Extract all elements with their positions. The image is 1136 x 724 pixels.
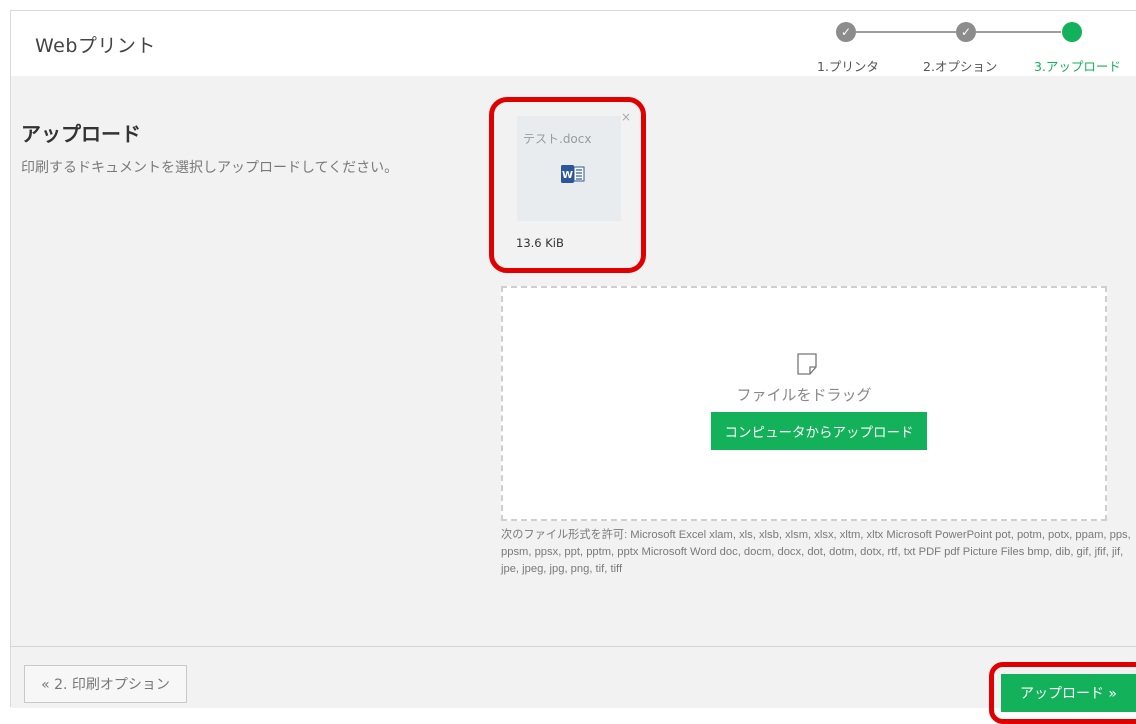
step-label-options[interactable]: 2.オプション: [923, 56, 997, 75]
page-title: アップロード: [21, 122, 141, 146]
page-description: 印刷するドキュメントを選択しアップロードしてください。: [21, 160, 399, 176]
back-to-options-button[interactable]: « 2. 印刷オプション: [24, 665, 187, 703]
upload-from-computer-button[interactable]: コンピュータからアップロード: [711, 412, 927, 450]
drop-instruction: ファイルをドラッグ: [736, 386, 872, 404]
step-2-check-icon: ✓: [956, 22, 976, 42]
step-connector: [856, 31, 956, 33]
allowed-formats-text: 次のファイル形式を許可: Microsoft Excel xlam, xls, …: [501, 529, 1131, 575]
step-connector: [976, 31, 1061, 33]
step-label-upload: 3.アップロード: [1034, 59, 1121, 74]
app-title: Webプリント: [35, 35, 156, 57]
header: Webプリント ✓ ✓ 1.プリンタ 2.オプション 3.アップロード: [11, 11, 1136, 76]
step-3-active-dot: [1062, 22, 1082, 42]
step-1-check-icon: ✓: [836, 22, 856, 42]
red-highlight-file: [489, 97, 646, 273]
step-label-printer[interactable]: 1.プリンタ: [817, 56, 879, 75]
file-dropzone[interactable]: ファイルをドラッグ コンピュータからアップロード: [501, 286, 1107, 521]
divider: [11, 646, 1136, 647]
red-highlight-upload-button: [989, 662, 1136, 724]
progress-stepper: ✓ ✓ 1.プリンタ 2.オプション 3.アップロード: [801, 19, 1131, 75]
web-print-window: Webプリント ✓ ✓ 1.プリンタ 2.オプション 3.アップロード アップロ…: [10, 10, 1136, 724]
main-content: アップロード 印刷するドキュメントを選択しアップロードしてください。 テスト.d…: [11, 76, 1136, 724]
document-icon: [797, 353, 817, 375]
